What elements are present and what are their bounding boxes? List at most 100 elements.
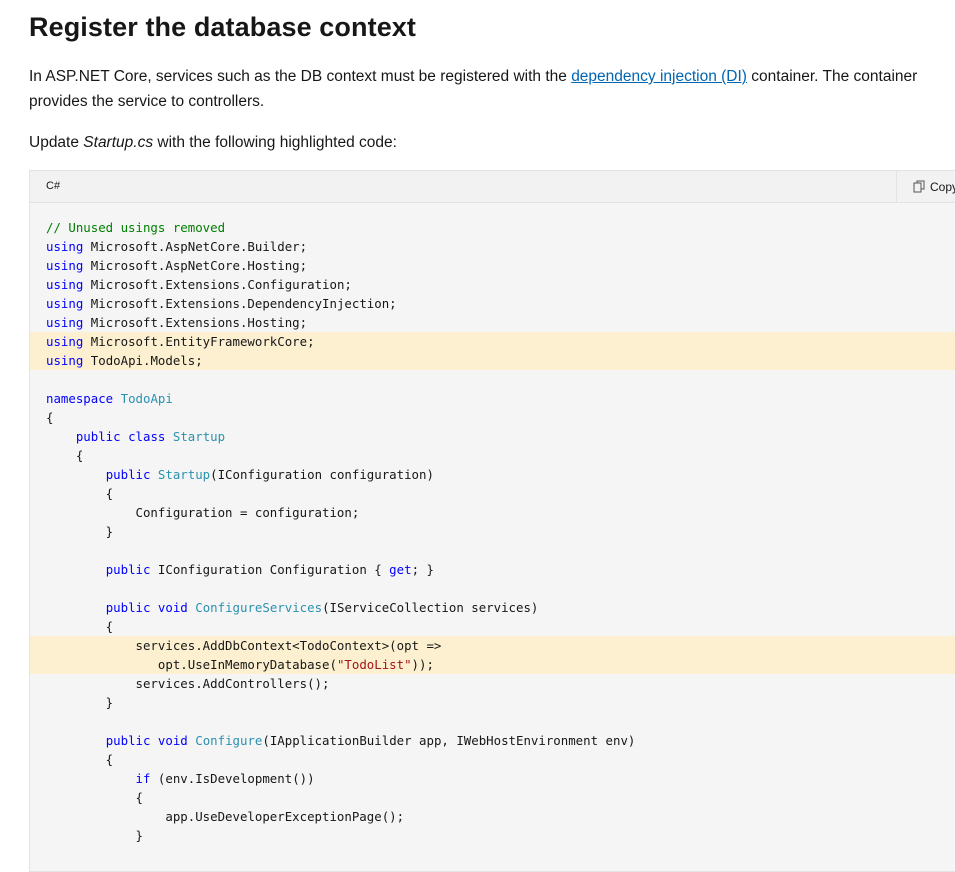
code-token: TodoApi	[120, 391, 173, 406]
code-token: using	[46, 334, 84, 349]
code-line: Configuration = configuration;	[30, 503, 955, 522]
code-token: Microsoft.EntityFrameworkCore;	[83, 334, 315, 349]
highlighted-code-line: services.AddDbContext<TodoContext>(opt =…	[30, 636, 955, 655]
code-token: Microsoft.Extensions.Hosting;	[83, 315, 308, 330]
code-token: }	[46, 828, 143, 843]
code-line: ​	[30, 370, 955, 389]
code-token: // Unused usings removed	[46, 220, 226, 235]
code-token: namespace	[46, 391, 114, 406]
code-token: public	[105, 733, 151, 748]
code-line: {	[30, 484, 955, 503]
code-block: C# Copy // Unused usings removed using Mi…	[29, 170, 955, 872]
code-line: {	[30, 788, 955, 807]
dependency-injection-link[interactable]: dependency injection (DI)	[571, 68, 747, 85]
code-line: // Unused usings removed	[30, 218, 955, 237]
code-line: app.UseDeveloperExceptionPage();	[30, 807, 955, 826]
copy-button[interactable]: Copy	[896, 171, 955, 202]
code-token: TodoApi.Models;	[83, 353, 203, 368]
code-token: public	[105, 467, 151, 482]
page-title: Register the database context	[29, 12, 417, 42]
code-token: {	[46, 619, 114, 634]
code-token: (IApplicationBuilder app, IWebHostEnviro…	[262, 733, 636, 748]
code-token: using	[46, 277, 84, 292]
code-token: }	[46, 524, 114, 539]
code-token: Microsoft.AspNetCore.Hosting;	[83, 258, 308, 273]
code-token: }	[46, 695, 114, 710]
code-line: using Microsoft.Extensions.DependencyInj…	[30, 294, 955, 313]
code-token: IConfiguration Configuration {	[150, 562, 390, 577]
code-line: ​	[30, 712, 955, 731]
copy-icon	[913, 180, 926, 193]
code-token: (env.IsDevelopment())	[150, 771, 315, 786]
code-token: {	[46, 752, 114, 767]
code-token: (IServiceCollection services)	[322, 600, 539, 615]
code-token: using	[46, 353, 84, 368]
code-line: using Microsoft.Extensions.Configuration…	[30, 275, 955, 294]
code-line: }	[30, 826, 955, 845]
code-token: services.AddControllers();	[46, 676, 330, 691]
code-line: }	[30, 522, 955, 541]
code-line: }	[30, 693, 955, 712]
code-line: namespace TodoApi	[30, 389, 955, 408]
code-token: public	[105, 562, 151, 577]
code-token: ));	[411, 657, 434, 672]
code-line: ​	[30, 579, 955, 598]
highlighted-code-line: using Microsoft.EntityFrameworkCore;	[30, 332, 955, 351]
code-line: public Startup(IConfiguration configurat…	[30, 465, 955, 484]
code-line: public void Configure(IApplicationBuilde…	[30, 731, 955, 750]
code-token: Microsoft.Extensions.DependencyInjection…	[83, 296, 397, 311]
code-token: ; }	[411, 562, 434, 577]
intro-text-before: In ASP.NET Core, services such as the DB…	[29, 68, 572, 85]
highlighted-code-line: opt.UseInMemoryDatabase("TodoList"));	[30, 655, 955, 674]
code-line: using Microsoft.Extensions.Hosting;	[30, 313, 955, 332]
code-content[interactable]: // Unused usings removed using Microsoft.…	[30, 218, 955, 845]
code-token: opt.UseInMemoryDatabase(	[46, 657, 337, 672]
code-token: {	[46, 486, 114, 501]
code-token: services.AddDbContext<TodoContext>(opt =…	[46, 638, 442, 653]
code-token: Startup	[157, 467, 211, 482]
code-token: Microsoft.AspNetCore.Builder;	[83, 239, 308, 254]
code-token: ConfigureServices	[195, 600, 323, 615]
code-token: {	[46, 410, 54, 425]
code-token: (IConfiguration configuration)	[210, 467, 434, 482]
code-token: using	[46, 296, 84, 311]
code-token: "TodoList"	[336, 657, 412, 672]
code-line: {	[30, 446, 955, 465]
update-text-after: with the following highlighted code:	[153, 134, 397, 151]
code-token: if	[135, 771, 151, 786]
code-token: public	[75, 429, 121, 444]
code-line: ​	[30, 541, 955, 560]
code-token: using	[46, 239, 84, 254]
code-token: {	[46, 790, 143, 805]
code-line: {	[30, 617, 955, 636]
code-line: public class Startup	[30, 427, 955, 446]
code-token: class	[128, 429, 166, 444]
code-line: {	[30, 750, 955, 769]
code-token: {	[46, 448, 84, 463]
code-token: void	[157, 600, 188, 615]
code-line: if (env.IsDevelopment())	[30, 769, 955, 788]
highlighted-code-line: using TodoApi.Models;	[30, 351, 955, 370]
code-token: Configure	[195, 733, 263, 748]
code-line: using Microsoft.AspNetCore.Builder;	[30, 237, 955, 256]
update-text-before: Update	[29, 134, 84, 151]
code-language-label: C#	[46, 180, 61, 192]
update-instruction: Update Startup.cs with the following hig…	[29, 130, 944, 155]
code-token: app.UseDeveloperExceptionPage();	[46, 809, 405, 824]
code-token: Microsoft.Extensions.Configuration;	[83, 277, 352, 292]
code-token: public	[105, 600, 151, 615]
code-line: services.AddControllers();	[30, 674, 955, 693]
code-token: using	[46, 315, 84, 330]
